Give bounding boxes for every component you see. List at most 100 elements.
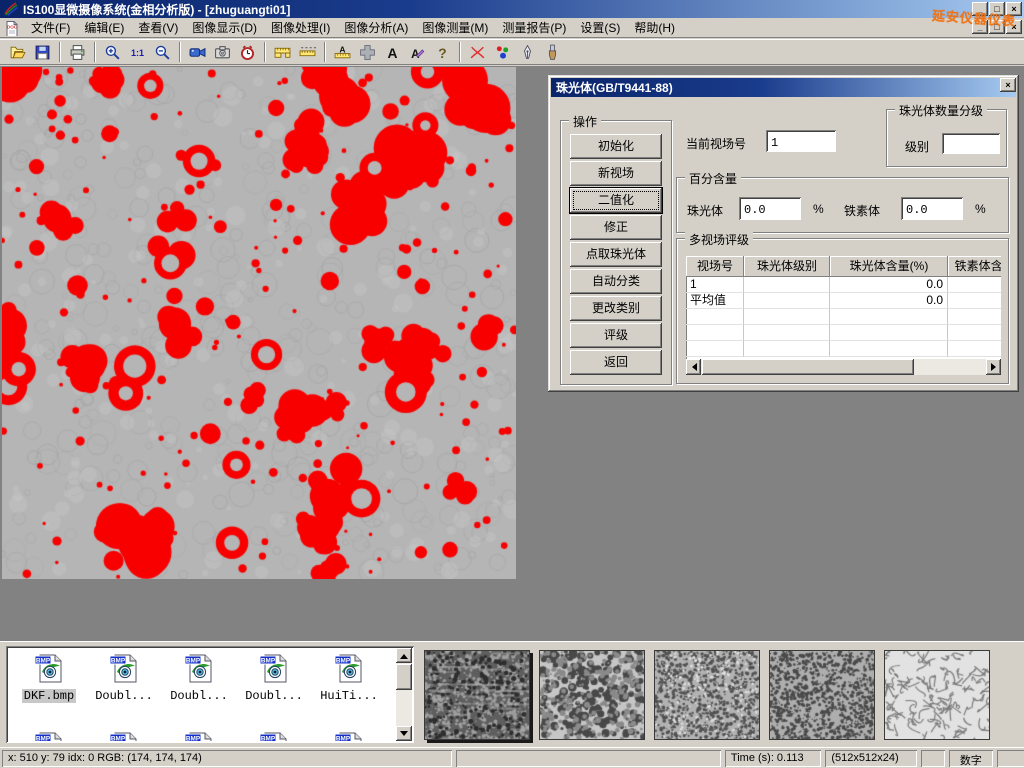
current-field-input[interactable] — [766, 130, 836, 152]
menu-item-7[interactable]: 图像测量(M) — [415, 17, 495, 38]
file-item-4[interactable]: BMPDoubl... — [239, 652, 309, 703]
mdi-minimize-button[interactable]: _ — [972, 20, 988, 34]
edit-annotation-button[interactable]: A — [405, 41, 430, 64]
scroll-up-button[interactable] — [396, 648, 412, 663]
menu-item-9[interactable]: 设置(S) — [573, 17, 627, 38]
actual-size-button[interactable]: 1:1 — [125, 41, 150, 64]
title-bar[interactable]: IS100显微摄像系统(金相分析版) - [zhuguangti01] _ □ … — [0, 0, 1024, 18]
bmp-file-icon: BMP — [108, 652, 140, 684]
table-cell — [948, 309, 1001, 325]
edit-annotation-icon: A — [409, 44, 426, 61]
file-item-row2-4[interactable]: BMP — [239, 730, 309, 741]
op-button-8[interactable]: 评级 — [570, 323, 662, 348]
save-button[interactable] — [30, 41, 55, 64]
close-button[interactable]: × — [1006, 2, 1022, 16]
menu-item-6[interactable]: 图像分析(A) — [337, 17, 415, 38]
menu-item-3[interactable]: 查看(V) — [131, 17, 185, 38]
help-button[interactable]: ? — [430, 41, 455, 64]
mdi-close-button[interactable]: × — [1006, 20, 1022, 34]
table-cell: 0.0 — [830, 277, 948, 293]
level-input[interactable] — [942, 133, 1000, 154]
table-cell — [948, 341, 1001, 357]
menu-item-1[interactable]: 文件(F) — [24, 17, 77, 38]
pearlite-percent-input[interactable] — [739, 197, 801, 220]
mdi-restore-button[interactable]: □ — [989, 20, 1005, 34]
zoom-in-icon — [104, 44, 121, 61]
bmp-file-icon: BMP — [108, 730, 140, 741]
file-browser-scrollbar[interactable] — [396, 648, 412, 741]
hscroll-thumb[interactable] — [702, 359, 914, 375]
caliper-button[interactable] — [270, 41, 295, 64]
table-row — [686, 325, 1001, 341]
status-time: Time (s): 0.113 — [725, 750, 821, 767]
hscroll-left-button[interactable] — [686, 359, 701, 375]
op-button-6[interactable]: 自动分类 — [570, 269, 662, 294]
op-button-3[interactable]: 二值化 — [570, 188, 662, 213]
op-button-9[interactable]: 返回 — [570, 350, 662, 375]
file-item-2[interactable]: BMPDoubl... — [89, 652, 159, 703]
op-button-2[interactable]: 新视场 — [570, 161, 662, 186]
capture-button[interactable] — [210, 41, 235, 64]
video-camera-button[interactable] — [185, 41, 210, 64]
status-end — [997, 750, 1024, 767]
measure-text-button[interactable]: A — [330, 41, 355, 64]
thumbnail-3[interactable] — [654, 650, 760, 740]
toolbar: 1:1AAA? — [0, 39, 1024, 65]
file-item-5[interactable]: BMPHuiTi... — [314, 652, 384, 703]
thumbnail-5[interactable] — [884, 650, 990, 740]
merge-region-button[interactable] — [355, 41, 380, 64]
percent-group-title: 百分含量 — [685, 170, 741, 187]
hscroll-right-button[interactable] — [986, 359, 1001, 375]
table-row[interactable]: 10.0 — [686, 277, 1001, 293]
print-button[interactable] — [65, 41, 90, 64]
paint-brush-button[interactable] — [540, 41, 565, 64]
minimize-button[interactable]: _ — [972, 2, 988, 16]
scrollbar-thumb[interactable] — [396, 664, 412, 690]
zoom-in-button[interactable] — [100, 41, 125, 64]
pearlite-unit: % — [813, 202, 824, 216]
op-button-5[interactable]: 点取珠光体 — [570, 242, 662, 267]
table-row[interactable]: 平均值0.0 — [686, 293, 1001, 309]
menu-item-4[interactable]: 图像显示(D) — [185, 17, 264, 38]
file-item-1[interactable]: BMPDKF.bmp — [14, 652, 84, 703]
file-item-row2-3[interactable]: BMP — [164, 730, 234, 741]
table-cell — [744, 293, 830, 309]
scroll-down-button[interactable] — [396, 726, 412, 741]
pick-pen-button[interactable] — [515, 41, 540, 64]
file-item-3[interactable]: BMPDoubl... — [164, 652, 234, 703]
table-hscrollbar[interactable] — [686, 359, 1001, 375]
bmp-file-icon: BMP — [33, 652, 65, 684]
toolbar-separator — [264, 42, 266, 62]
menu-item-8[interactable]: 测量报告(P) — [495, 17, 573, 38]
menu-item-10[interactable]: 帮助(H) — [627, 17, 682, 38]
micrograph-image[interactable] — [2, 67, 516, 579]
classify-balls-button[interactable] — [490, 41, 515, 64]
table-cell: 平均值 — [686, 293, 744, 309]
text-label-button[interactable]: A — [380, 41, 405, 64]
bmp-file-icon: BMP — [183, 652, 215, 684]
curve-cut-button[interactable] — [465, 41, 490, 64]
file-item-row2-5[interactable]: BMP — [314, 730, 384, 741]
file-item-row2-1[interactable]: BMP — [14, 730, 84, 741]
thumbnail-2[interactable] — [539, 650, 645, 740]
ferrite-percent-input[interactable] — [901, 197, 963, 220]
menu-item-2[interactable]: 编辑(E) — [77, 17, 131, 38]
file-item-row2-2[interactable]: BMP — [89, 730, 159, 741]
menu-item-5[interactable]: 图像处理(I) — [264, 17, 337, 38]
application-window: IS100显微摄像系统(金相分析版) - [zhuguangti01] _ □ … — [0, 0, 1024, 768]
thumbnail-4[interactable] — [769, 650, 875, 740]
op-button-1[interactable]: 初始化 — [570, 134, 662, 159]
zoom-out-button[interactable] — [150, 41, 175, 64]
bmp-file-icon: BMP — [333, 730, 365, 741]
ruler-button[interactable] — [295, 41, 320, 64]
table-cell — [744, 309, 830, 325]
table-cell — [948, 293, 1001, 309]
thumbnail-1[interactable] — [424, 650, 530, 740]
op-button-7[interactable]: 更改类别 — [570, 296, 662, 321]
restore-button[interactable]: □ — [989, 2, 1005, 16]
dialog-close-button[interactable]: × — [1000, 78, 1016, 92]
timer-button[interactable] — [235, 41, 260, 64]
op-button-4[interactable]: 修正 — [570, 215, 662, 240]
dialog-title-bar[interactable]: 珠光体(GB/T9441-88) — [551, 78, 1016, 97]
open-file-button[interactable] — [5, 41, 30, 64]
